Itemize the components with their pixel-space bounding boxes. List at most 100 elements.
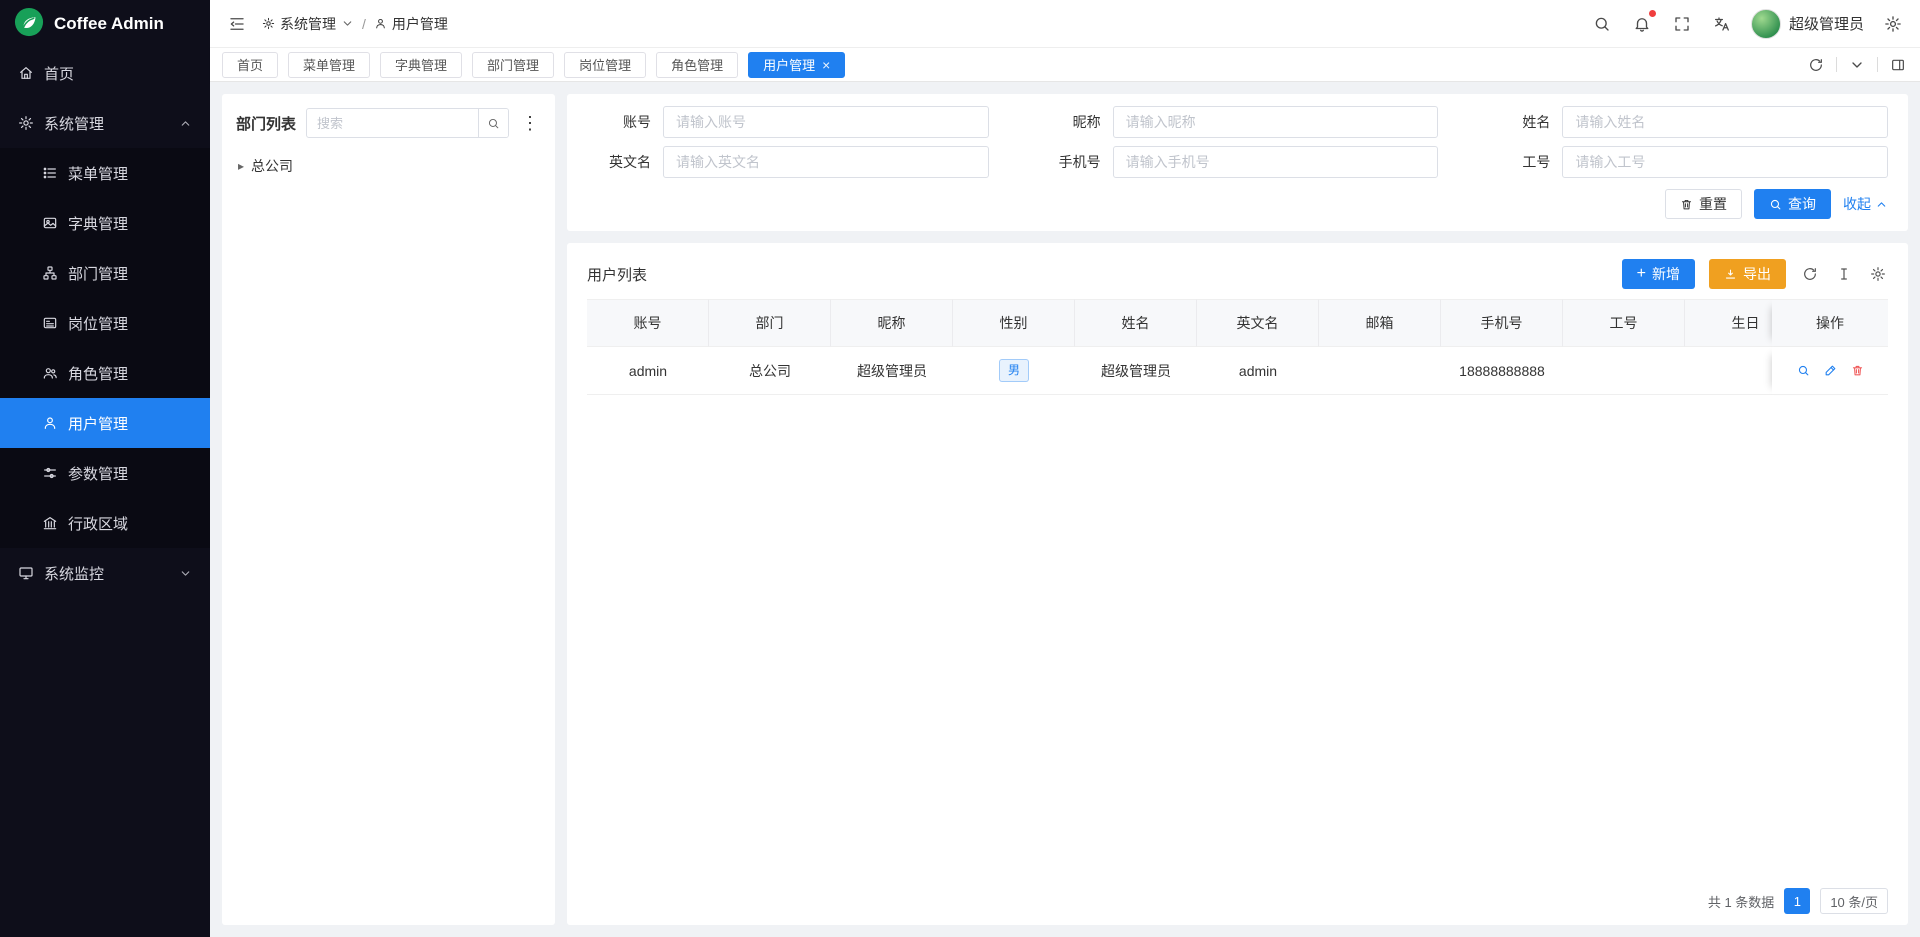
tree-node-label: 总公司 — [251, 156, 293, 176]
layout-panel-button[interactable] — [1888, 55, 1908, 75]
sidebar-item-admin-region[interactable]: 行政区域 — [0, 498, 210, 548]
tab-label: 首页 — [237, 55, 263, 74]
breadcrumb-label: 用户管理 — [392, 14, 448, 34]
export-button[interactable]: 导出 — [1709, 259, 1786, 289]
sliders-icon — [42, 465, 58, 481]
chevron-up-icon — [179, 117, 192, 130]
user-list-title: 用户列表 — [587, 264, 647, 285]
tree-expand-caret-icon[interactable]: ▸ — [238, 159, 244, 173]
export-button-label: 导出 — [1743, 264, 1771, 284]
department-search-button[interactable] — [478, 109, 508, 137]
cell-operation — [1772, 347, 1888, 395]
sidebar-item-label: 用户管理 — [68, 413, 128, 434]
tab-close-icon[interactable]: × — [822, 58, 830, 72]
table-scroll-area[interactable]: 账号 部门 昵称 性别 姓名 英文名 邮箱 手机号 工号 生日 — [587, 299, 1888, 877]
list-icon — [42, 165, 58, 181]
tree-node-head-office[interactable]: ▸ 总公司 — [236, 154, 541, 178]
sidebar-item-home[interactable]: 首页 — [0, 48, 210, 98]
en-name-input[interactable] — [663, 146, 989, 178]
user-menu[interactable]: 超级管理员 — [1751, 9, 1864, 39]
tab-label: 字典管理 — [395, 55, 447, 74]
tab-label: 部门管理 — [487, 55, 539, 74]
account-input[interactable] — [663, 106, 989, 138]
reset-button[interactable]: 重置 — [1665, 189, 1742, 219]
language-translate-button[interactable] — [1711, 13, 1733, 35]
sidebar-item-menu-mgmt[interactable]: 菜单管理 — [0, 148, 210, 198]
sidebar-item-label: 岗位管理 — [68, 313, 128, 334]
breadcrumb-item-system-mgmt[interactable]: 系统管理 — [262, 14, 354, 34]
tab-dict-mgmt[interactable]: 字典管理 — [380, 52, 462, 78]
edit-row-button[interactable] — [1822, 362, 1839, 379]
collapse-filter-link[interactable]: 收起 — [1843, 194, 1888, 214]
field-nickname: 昵称 — [1037, 106, 1439, 138]
sidebar-item-post-mgmt[interactable]: 岗位管理 — [0, 298, 210, 348]
breadcrumb-item-user-mgmt[interactable]: 用户管理 — [374, 14, 448, 34]
sidebar-collapse-button[interactable] — [226, 13, 248, 35]
tab-user-mgmt[interactable]: 用户管理 × — [748, 52, 845, 78]
sidebar-item-param-mgmt[interactable]: 参数管理 — [0, 448, 210, 498]
cell-en-name: admin — [1197, 347, 1319, 395]
row-height-button[interactable] — [1834, 264, 1854, 284]
department-more-button[interactable]: ⋮ — [519, 113, 541, 134]
field-phone: 手机号 — [1037, 146, 1439, 178]
sidebar-item-user-mgmt[interactable]: 用户管理 — [0, 398, 210, 448]
chevron-down-icon — [341, 17, 354, 30]
column-header-work-no: 工号 — [1563, 299, 1685, 347]
tab-label: 角色管理 — [671, 55, 723, 74]
nickname-input[interactable] — [1113, 106, 1439, 138]
tab-label: 岗位管理 — [579, 55, 631, 74]
department-panel-header: 部门列表 ⋮ — [236, 108, 541, 138]
sidebar-item-system-monitor[interactable]: 系统监控 — [0, 548, 210, 598]
refresh-table-button[interactable] — [1800, 264, 1820, 284]
tab-post-mgmt[interactable]: 岗位管理 — [564, 52, 646, 78]
breadcrumb: 系统管理 / 用户管理 — [262, 14, 448, 34]
tab-dept-mgmt[interactable]: 部门管理 — [472, 52, 554, 78]
sidebar: Coffee Admin 首页 系统管理 菜单管理 字典管理 — [0, 0, 210, 937]
name-input[interactable] — [1562, 106, 1888, 138]
tab-role-mgmt[interactable]: 角色管理 — [656, 52, 738, 78]
cell-email — [1319, 347, 1441, 395]
global-search-button[interactable] — [1591, 13, 1613, 35]
cell-dept: 总公司 — [709, 347, 831, 395]
chevron-up-icon — [1875, 198, 1888, 211]
notifications-button[interactable] — [1631, 13, 1653, 35]
add-button-label: 新增 — [1652, 264, 1680, 284]
field-label: 工号 — [1486, 152, 1550, 172]
breadcrumb-separator: / — [362, 16, 366, 32]
gender-tag: 男 — [999, 359, 1029, 381]
sidebar-item-label: 首页 — [44, 63, 74, 84]
sidebar-item-dept-mgmt[interactable]: 部门管理 — [0, 248, 210, 298]
home-icon — [18, 65, 34, 81]
total-count-text: 共 1 条数据 — [1708, 892, 1774, 911]
username: 超级管理员 — [1789, 13, 1864, 34]
cell-work-no — [1563, 347, 1685, 395]
tab-actions-dropdown[interactable] — [1847, 55, 1867, 75]
page-1-button[interactable]: 1 — [1784, 888, 1810, 914]
table-settings-gear-button[interactable] — [1868, 264, 1888, 284]
view-row-button[interactable] — [1795, 362, 1812, 379]
search-button[interactable]: 查询 — [1754, 189, 1831, 219]
sidebar-item-dict-mgmt[interactable]: 字典管理 — [0, 198, 210, 248]
work-no-input[interactable] — [1562, 146, 1888, 178]
fullscreen-button[interactable] — [1671, 13, 1693, 35]
column-header-nickname: 昵称 — [831, 299, 953, 347]
cell-gender: 男 — [953, 347, 1075, 395]
sidebar-item-label: 菜单管理 — [68, 163, 128, 184]
department-search-input[interactable] — [307, 116, 478, 131]
sidebar-item-system-mgmt[interactable]: 系统管理 — [0, 98, 210, 148]
sidebar-item-role-mgmt[interactable]: 角色管理 — [0, 348, 210, 398]
tab-menu-mgmt[interactable]: 菜单管理 — [288, 52, 370, 78]
page-content: 部门列表 ⋮ ▸ 总公司 — [210, 82, 1920, 937]
add-user-button[interactable]: + 新增 — [1622, 259, 1695, 289]
phone-input[interactable] — [1113, 146, 1439, 178]
field-label: 昵称 — [1037, 112, 1101, 132]
delete-row-button[interactable] — [1849, 362, 1866, 379]
main-column: 系统管理 / 用户管理 — [210, 0, 1920, 937]
sidebar-item-label: 系统监控 — [44, 563, 104, 584]
refresh-tab-button[interactable] — [1806, 55, 1826, 75]
settings-gear-button[interactable] — [1882, 13, 1904, 35]
field-work-no: 工号 — [1486, 146, 1888, 178]
tab-home[interactable]: 首页 — [222, 52, 278, 78]
app-root: Coffee Admin 首页 系统管理 菜单管理 字典管理 — [0, 0, 1920, 937]
page-size-select[interactable]: 10 条/页 — [1820, 888, 1888, 914]
